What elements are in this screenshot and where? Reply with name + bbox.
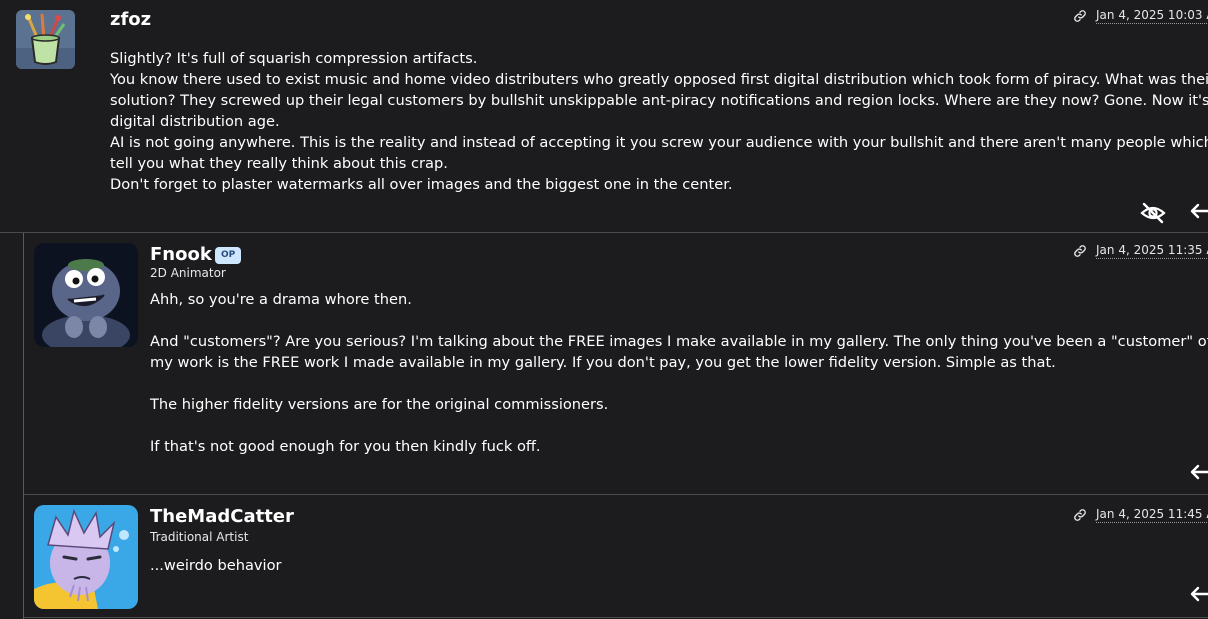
comment-body: Ahh, so you're a drama whore then. And "…: [150, 289, 1208, 457]
comment-line: The higher fidelity versions are for the…: [150, 396, 609, 413]
reply-arrow-icon[interactable]: [1190, 585, 1208, 603]
comment-line: my work is the FREE work I made availabl…: [150, 354, 1056, 371]
cartoon-character-icon: [34, 243, 138, 347]
avatar[interactable]: [34, 505, 138, 609]
op-badge: OP: [215, 247, 242, 264]
avatar[interactable]: [34, 243, 138, 347]
comment-body: ...weirdo behavior: [150, 555, 282, 576]
comment-line: Ahh, so you're a drama whore then.: [150, 291, 412, 308]
timestamp-link[interactable]: Jan 4, 2025 11:35 AM: [1096, 243, 1208, 259]
comment-line: Slightly? It's full of squarish compress…: [110, 50, 478, 67]
timestamp[interactable]: Jan 4, 2025 10:03 AM: [1073, 8, 1208, 24]
paintbrush-jar-icon: [16, 10, 75, 69]
user-role: 2D Animator: [150, 266, 226, 280]
user-role: Traditional Artist: [150, 530, 249, 544]
link-icon: [1074, 245, 1086, 257]
comment-line: ...weirdo behavior: [150, 557, 282, 574]
timestamp[interactable]: Jan 4, 2025 11:35 AM: [1073, 243, 1208, 259]
comment-thread: zfoz Jan 4, 2025 10:03 AM Slightly? It's…: [0, 0, 1208, 619]
username[interactable]: TheMadCatter: [150, 506, 294, 528]
comment-line: tell you what they really think about th…: [110, 155, 448, 172]
username[interactable]: zfoz: [110, 9, 151, 31]
thread-line: [23, 233, 24, 619]
comment-line: Don't forget to plaster watermarks all o…: [110, 176, 733, 193]
comment-line: digital distribution age.: [110, 113, 280, 130]
reply-arrow-icon[interactable]: [1190, 463, 1208, 481]
divider: [0, 232, 1208, 233]
divider: [24, 617, 1208, 618]
timestamp[interactable]: Jan 4, 2025 11:45 AM: [1073, 507, 1208, 523]
reply-arrow-icon[interactable]: [1190, 202, 1208, 220]
comment-line: You know there used to exist music and h…: [110, 71, 1208, 88]
eye-slash-icon[interactable]: [1140, 202, 1166, 224]
comment-line: And "customers"? Are you serious? I'm ta…: [150, 333, 1208, 350]
divider: [24, 494, 1208, 495]
comment-line: solution? They screwed up their legal cu…: [110, 92, 1208, 109]
timestamp-link[interactable]: Jan 4, 2025 10:03 AM: [1096, 8, 1208, 24]
comment-line: AI is not going anywhere. This is the re…: [110, 134, 1208, 151]
comment-line: If that's not good enough for you then k…: [150, 438, 541, 455]
link-icon: [1074, 10, 1086, 22]
comment-body: Slightly? It's full of squarish compress…: [110, 48, 1208, 195]
link-icon: [1074, 509, 1086, 521]
timestamp-link[interactable]: Jan 4, 2025 11:45 AM: [1096, 507, 1208, 523]
avatar[interactable]: [16, 10, 75, 69]
purple-haired-character-icon: [34, 505, 138, 609]
username[interactable]: Fnook: [150, 244, 212, 266]
